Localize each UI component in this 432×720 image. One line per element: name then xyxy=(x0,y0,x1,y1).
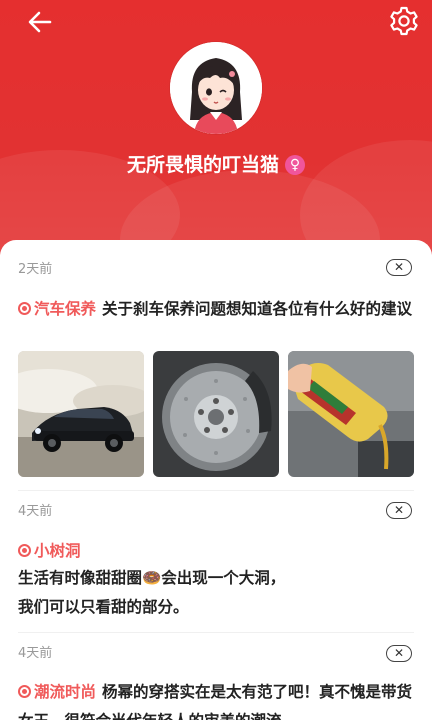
settings-button[interactable] xyxy=(387,4,421,38)
post-image-brake[interactable] xyxy=(153,351,279,477)
username-row: 无所畏惧的叮当猫 ♀ xyxy=(0,150,432,177)
post-text-line: 我们可以只看甜的部分。 xyxy=(18,598,189,616)
post-text-line: 生活有时像甜甜圈🍩会出现一个大洞， xyxy=(18,569,286,587)
gear-icon xyxy=(390,6,418,36)
topic-icon xyxy=(18,685,31,698)
topic-label: 小树洞 xyxy=(34,542,81,560)
post-time: 4天前 xyxy=(18,646,53,661)
post-image-car[interactable] xyxy=(18,351,144,477)
posts-feed[interactable]: 2天前 ✕ 汽车保养 关于刹车保养问题想知道各位有什么好的建议 4天前 ✕ 小树… xyxy=(0,240,432,720)
topic-icon xyxy=(18,544,31,557)
engine-oil-image xyxy=(288,351,414,477)
profile-header: 无所畏惧的叮当猫 ♀ xyxy=(0,0,432,262)
divider xyxy=(18,490,414,491)
back-arrow-icon xyxy=(28,11,52,33)
back-button[interactable] xyxy=(24,6,56,38)
divider xyxy=(18,632,414,633)
topic-tag[interactable]: 汽车保养 xyxy=(18,300,96,318)
post-content[interactable]: 小树洞 xyxy=(18,537,414,566)
topic-label: 汽车保养 xyxy=(34,300,97,318)
post-time: 2天前 xyxy=(18,262,53,277)
username: 无所畏惧的叮当猫 xyxy=(126,154,279,176)
dismiss-post-button[interactable]: ✕ xyxy=(386,502,412,519)
post-text: 关于刹车保养问题想知道各位有什么好的建议 xyxy=(102,300,413,318)
avatar[interactable] xyxy=(170,42,262,134)
close-icon: ✕ xyxy=(393,503,405,517)
brake-disc-image xyxy=(153,351,279,477)
post-content[interactable]: 潮流时尚杨幂的穿搭实在是太有范了吧！真不愧是带货女王，很符合当代年轻人的审美的潮… xyxy=(18,678,414,720)
topic-label: 潮流时尚 xyxy=(34,683,97,701)
close-icon: ✕ xyxy=(393,260,405,274)
topic-tag[interactable]: 小树洞 xyxy=(18,542,81,560)
cartoon-girl-avatar-image xyxy=(170,42,262,134)
post-text[interactable]: 生活有时像甜甜圈🍩会出现一个大洞， 我们可以只看甜的部分。 xyxy=(18,564,414,622)
dismiss-post-button[interactable]: ✕ xyxy=(386,645,412,662)
female-gender-icon: ♀ xyxy=(285,155,305,175)
dismiss-post-button[interactable]: ✕ xyxy=(386,259,412,276)
topic-icon xyxy=(18,302,31,315)
drifting-car-image xyxy=(18,351,144,477)
close-icon: ✕ xyxy=(393,646,405,660)
post-time: 4天前 xyxy=(18,504,53,519)
topic-tag[interactable]: 潮流时尚 xyxy=(18,683,96,701)
post-content[interactable]: 汽车保养 关于刹车保养问题想知道各位有什么好的建议 xyxy=(18,295,414,324)
post-image-oil[interactable] xyxy=(288,351,414,477)
